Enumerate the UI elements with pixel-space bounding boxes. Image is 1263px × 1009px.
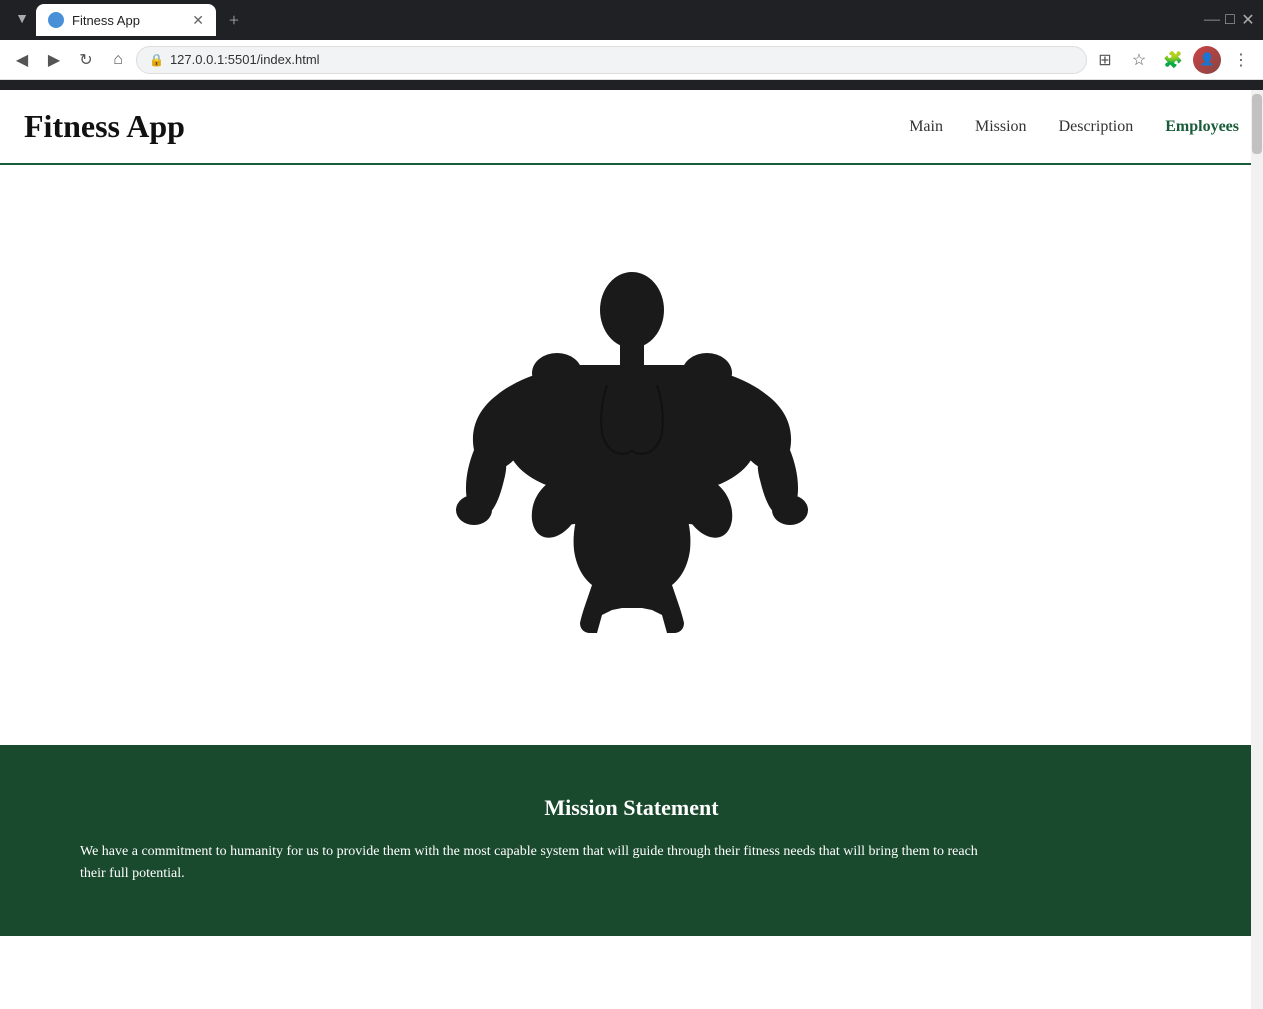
profile-icon[interactable]: 👤 xyxy=(1193,46,1221,74)
browser-toolbar-right: ⊞ ☆ 🧩 👤 ⋮ xyxy=(1091,46,1255,74)
extensions-icon[interactable]: 🧩 xyxy=(1159,46,1187,74)
browser-chrome: ▼ Fitness App ✕ + — □ ✕ ◀ ▶ ↻ ⌂ 🔒 127.0.… xyxy=(0,0,1263,90)
scrollbar-thumb[interactable] xyxy=(1252,94,1262,154)
tab-close-button[interactable]: ✕ xyxy=(192,12,204,29)
recent-tabs-button[interactable]: ▼ xyxy=(8,6,36,34)
reload-button[interactable]: ↻ xyxy=(72,46,100,74)
scrollbar-track[interactable] xyxy=(1251,90,1263,1009)
browser-tab[interactable]: Fitness App ✕ xyxy=(36,4,216,36)
bodybuilder-icon xyxy=(422,255,842,635)
bookmark-icon[interactable]: ☆ xyxy=(1125,46,1153,74)
website-content: Fitness App Main Mission Description Emp… xyxy=(0,90,1263,936)
back-button[interactable]: ◀ xyxy=(8,46,36,74)
new-tab-button[interactable]: + xyxy=(220,6,248,34)
translate-icon[interactable]: ⊞ xyxy=(1091,46,1119,74)
minimize-button[interactable]: — xyxy=(1205,13,1219,27)
nav-links: Main Mission Description Employees xyxy=(909,118,1239,136)
site-logo: Fitness App xyxy=(24,108,909,145)
mission-title: Mission Statement xyxy=(80,795,1183,821)
mission-text: We have a commitment to humanity for us … xyxy=(80,841,980,886)
forward-button[interactable]: ▶ xyxy=(40,46,68,74)
tab-favicon xyxy=(48,12,64,28)
nav-link-main[interactable]: Main xyxy=(909,118,943,136)
site-nav: Fitness App Main Mission Description Emp… xyxy=(0,90,1263,165)
mission-section: Mission Statement We have a commitment t… xyxy=(0,745,1263,936)
nav-link-mission[interactable]: Mission xyxy=(975,118,1027,136)
nav-link-employees[interactable]: Employees xyxy=(1165,118,1239,136)
secure-icon: 🔒 xyxy=(149,53,164,67)
window-controls: — □ ✕ xyxy=(1205,13,1255,27)
url-text: 127.0.0.1:5501/index.html xyxy=(170,52,320,67)
home-button[interactable]: ⌂ xyxy=(104,46,132,74)
browser-nav-bar: ◀ ▶ ↻ ⌂ 🔒 127.0.0.1:5501/index.html ⊞ ☆ … xyxy=(0,40,1263,80)
tab-title: Fitness App xyxy=(72,13,184,28)
nav-link-description[interactable]: Description xyxy=(1059,118,1134,136)
browser-title-bar: ▼ Fitness App ✕ + — □ ✕ xyxy=(0,0,1263,40)
address-bar[interactable]: 🔒 127.0.0.1:5501/index.html xyxy=(136,46,1087,74)
menu-icon[interactable]: ⋮ xyxy=(1227,46,1255,74)
hero-section xyxy=(0,165,1263,745)
maximize-button[interactable]: □ xyxy=(1223,13,1237,27)
close-window-button[interactable]: ✕ xyxy=(1241,13,1255,27)
